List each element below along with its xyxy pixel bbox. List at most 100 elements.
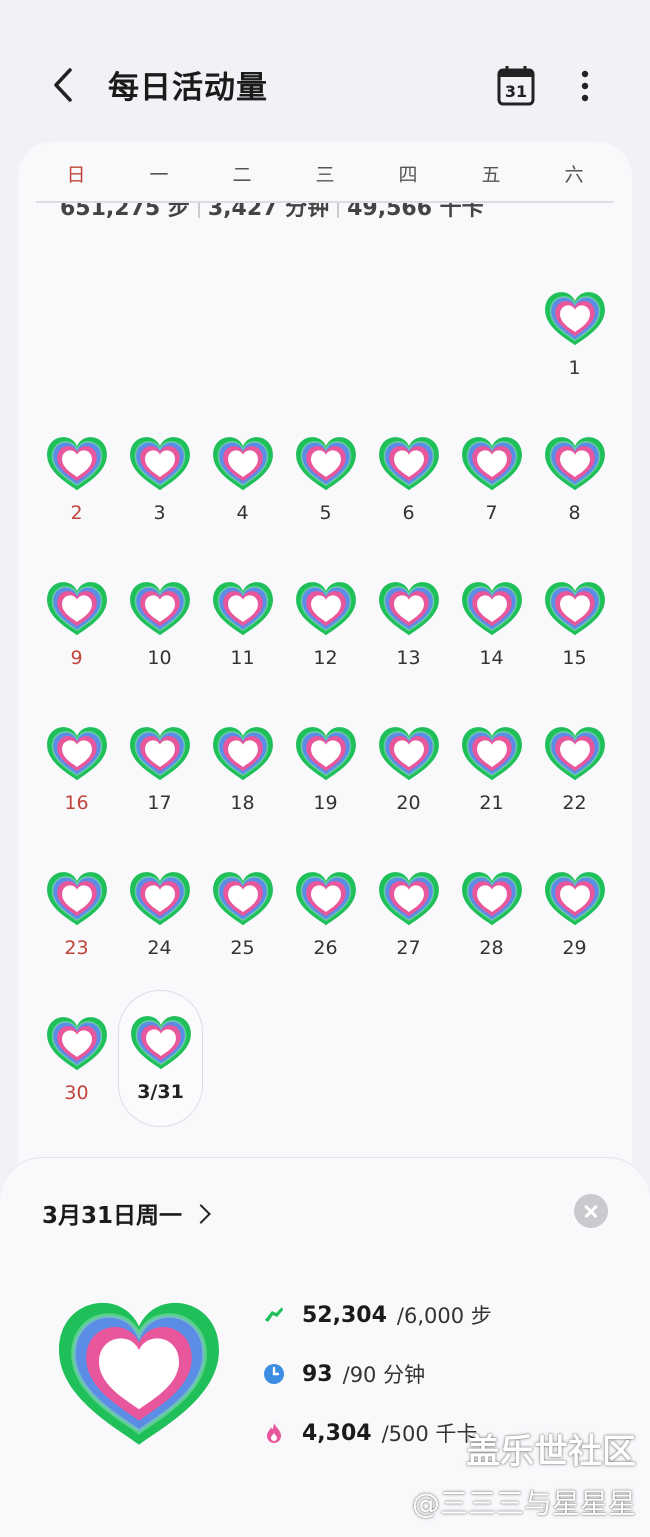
calendar-day[interactable]: 3 (118, 432, 201, 567)
day-number: 19 (313, 792, 338, 814)
day-number: 8 (568, 502, 581, 524)
stat-goal: /6,000 步 (396, 1304, 492, 1328)
calendar-day[interactable]: 29 (533, 867, 616, 1002)
calendar-day[interactable]: 1 (533, 287, 616, 422)
day-number: 5 (319, 502, 332, 524)
weekday-header: 日一二三四五六 (18, 142, 632, 202)
calendar-day[interactable]: 20 (367, 722, 450, 857)
calendar-day[interactable]: 6 (367, 432, 450, 567)
activity-heart-icon (379, 437, 439, 491)
activity-heart-icon (47, 872, 107, 926)
activity-heart-icon (296, 872, 356, 926)
stat-goal: /90 分钟 (342, 1363, 426, 1387)
calendar-day[interactable]: 25 (201, 867, 284, 1002)
calendar-day[interactable]: 12 (284, 577, 367, 712)
day-number: 21 (479, 792, 504, 814)
day-number: 18 (230, 792, 255, 814)
weekday-label: 四 (398, 164, 418, 186)
app-bar: 每日活动量 31 (0, 0, 650, 140)
day-number: 25 (230, 937, 255, 959)
stat-value: 93 (302, 1361, 333, 1387)
calendar-day[interactable]: 8 (533, 432, 616, 567)
day-number: 3 (153, 502, 166, 524)
close-icon[interactable] (574, 1194, 608, 1228)
activity-heart-icon (462, 582, 522, 636)
day-detail-sheet: 3月31日周一 52,304/6,000 步 93/90 分钟 4,304/500 … (0, 1158, 650, 1537)
activity-heart-icon (47, 437, 107, 491)
flame-icon (267, 1423, 281, 1443)
weekday-label: 日 (66, 164, 86, 186)
clock-icon (264, 1364, 284, 1384)
calendar-day[interactable]: 11 (201, 577, 284, 712)
calendar-day[interactable]: 26 (284, 867, 367, 1002)
calendar-day[interactable]: 21 (450, 722, 533, 857)
calendar-day[interactable]: 28 (450, 867, 533, 1002)
calendar-day[interactable]: 13 (367, 577, 450, 712)
activity-heart-icon (545, 727, 605, 781)
calendar-day[interactable]: 17 (118, 722, 201, 857)
weekday-label: 五 (481, 164, 501, 186)
day-number: 7 (485, 502, 498, 524)
day-number: 9 (70, 647, 83, 669)
calendar-day[interactable]: 27 (367, 867, 450, 1002)
summary-steps: 651,275 步 (60, 202, 190, 221)
calendar-day[interactable]: 10 (118, 577, 201, 712)
calendar-day[interactable]: 4 (201, 432, 284, 567)
day-number: 24 (147, 937, 172, 959)
more-options-icon[interactable] (570, 64, 600, 108)
activity-heart-icon (213, 727, 273, 781)
calendar-day[interactable]: 19 (284, 722, 367, 857)
activity-heart-icon (213, 872, 273, 926)
activity-heart-icon (545, 292, 605, 346)
calendar-day[interactable]: 9 (35, 577, 118, 712)
day-number: 14 (479, 647, 504, 669)
summary-divider (197, 202, 200, 218)
back-arrow-icon[interactable] (44, 60, 84, 110)
activity-heart-icon (47, 1017, 107, 1071)
steps-icon (265, 1307, 283, 1322)
activity-heart-icon (545, 872, 605, 926)
calendar-day[interactable]: 30 (35, 1012, 118, 1147)
detail-stat-row: 93/90 分钟 (262, 1357, 425, 1391)
chevron-right-icon (191, 1204, 211, 1224)
day-number: 29 (562, 937, 587, 959)
day-number: 12 (313, 647, 338, 669)
activity-heart-icon (47, 582, 107, 636)
calendar-day-today[interactable]: 3/31 (118, 990, 203, 1127)
day-number: 6 (402, 502, 415, 524)
watermark-user: @三三三与星星星 (411, 1487, 636, 1520)
stat-goal: /500 千卡 (381, 1422, 478, 1446)
calendar-day[interactable]: 5 (284, 432, 367, 567)
activity-heart-icon (462, 437, 522, 491)
calendar-day[interactable]: 15 (533, 577, 616, 712)
calendar-day[interactable]: 18 (201, 722, 284, 857)
activity-heart-icon (130, 872, 190, 926)
calendar-day[interactable]: 14 (450, 577, 533, 712)
calendar-day[interactable]: 7 (450, 432, 533, 567)
stat-value: 52,304 (302, 1302, 387, 1328)
day-number: 15 (562, 647, 587, 669)
month-summary: 651,275 步 3,427 分钟 49,566 千卡 (60, 202, 580, 226)
detail-date-link[interactable]: 3月31日周一 (42, 1196, 211, 1230)
activity-heart-icon (462, 872, 522, 926)
activity-heart-icon (379, 582, 439, 636)
day-number: 13 (396, 647, 421, 669)
activity-heart-icon (130, 727, 190, 781)
weekday-label: 一 (149, 164, 169, 186)
calendar-day[interactable]: 23 (35, 867, 118, 1002)
calendar-icon[interactable]: 31 (496, 64, 536, 108)
day-number: 27 (396, 937, 421, 959)
day-number: 23 (64, 937, 89, 959)
day-number: 11 (230, 647, 255, 669)
day-number: 17 (147, 792, 172, 814)
calendar-day[interactable]: 16 (35, 722, 118, 857)
header-divider (36, 201, 614, 203)
day-number: 22 (562, 792, 587, 814)
calendar-day[interactable]: 24 (118, 867, 201, 1002)
day-number: 2 (70, 502, 83, 524)
calendar-day[interactable]: 2 (35, 432, 118, 567)
calendar-day[interactable]: 22 (533, 722, 616, 857)
activity-heart-icon (213, 437, 273, 491)
day-number: 4 (236, 502, 249, 524)
activity-heart-icon (213, 582, 273, 636)
